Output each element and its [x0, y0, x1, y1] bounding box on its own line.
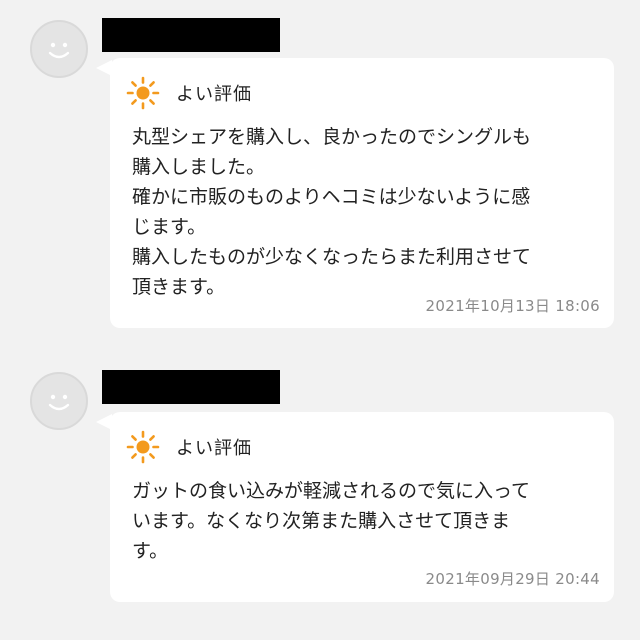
review-timestamp: 2021年09月29日 20:44 — [425, 570, 600, 588]
rating: よい評価 — [126, 430, 252, 464]
review-comment: ガットの食い込みが軽減されるので気に入って います。なくなり次第また購入させて頂… — [132, 480, 531, 562]
smiley-face-icon — [48, 42, 70, 59]
smiley-face-icon — [48, 394, 70, 411]
sun-icon — [126, 76, 160, 110]
redacted-username — [102, 370, 280, 404]
sun-icon — [126, 430, 160, 464]
review-comment: 丸型シェアを購入し、良かったのでシングルも 購入しました。 確かに市販のものより… — [132, 126, 532, 298]
redacted-username — [102, 18, 280, 52]
rating: よい評価 — [126, 76, 252, 110]
review-bubble: よい評価 丸型シェアを購入し、良かったのでシングルも 購入しました。 確かに市販… — [110, 58, 614, 328]
rating-label: よい評価 — [176, 438, 252, 459]
review-bubble: よい評価 ガットの食い込みが軽減されるので気に入って います。なくなり次第また購… — [110, 412, 614, 602]
avatar[interactable] — [30, 20, 88, 78]
avatar[interactable] — [30, 372, 88, 430]
review-timestamp: 2021年10月13日 18:06 — [425, 297, 600, 315]
rating-label: よい評価 — [176, 84, 252, 105]
